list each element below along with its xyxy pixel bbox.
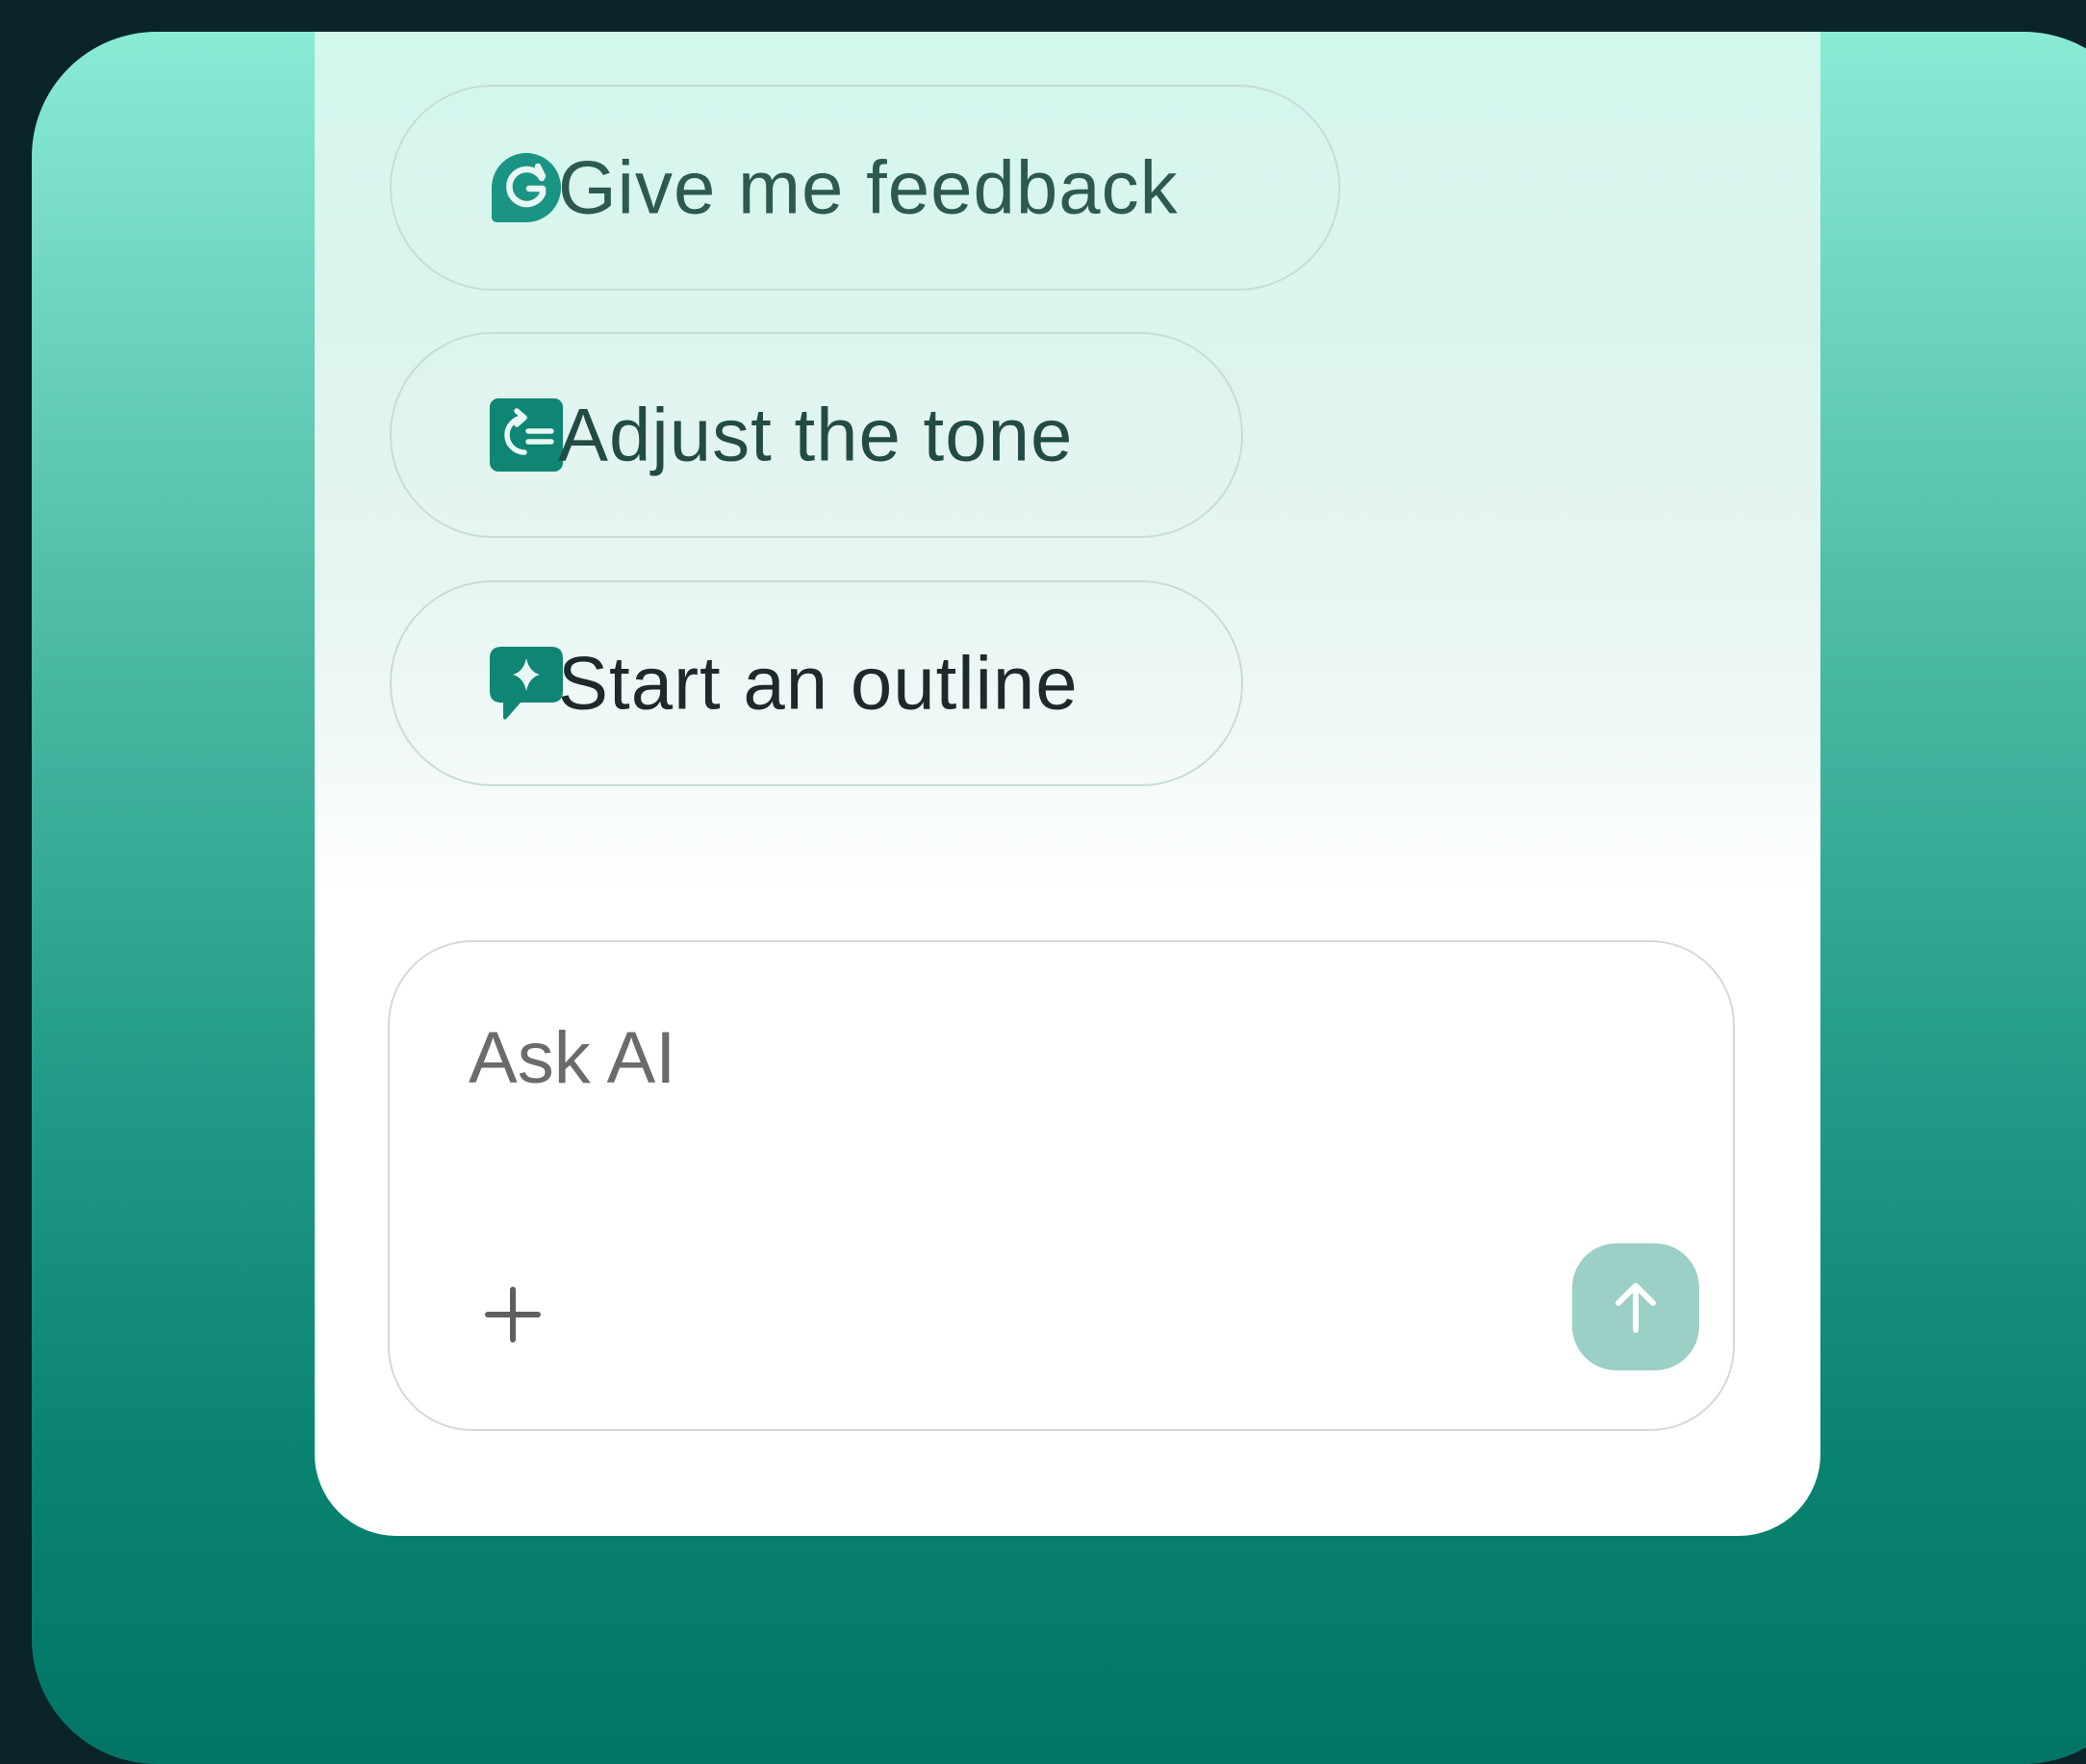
tone-adjust-icon xyxy=(490,398,563,472)
ask-ai-input[interactable] xyxy=(469,1010,1527,1106)
send-button[interactable] xyxy=(1572,1243,1699,1370)
sparkle-chat-icon xyxy=(490,647,563,720)
grammarly-g-icon xyxy=(492,153,561,222)
plus-icon[interactable] xyxy=(482,1284,544,1345)
suggestion-start-outline-button[interactable]: Start an outline xyxy=(390,580,1243,786)
ai-assistant-panel: Give me feedback Adjust the tone Start a… xyxy=(315,32,1820,1536)
arrow-up-icon xyxy=(1615,1283,1656,1333)
suggestion-label: Start an outline xyxy=(558,640,1079,726)
ask-ai-composer xyxy=(388,940,1735,1431)
suggestion-give-feedback-button[interactable]: Give me feedback xyxy=(390,85,1340,291)
suggestion-adjust-tone-button[interactable]: Adjust the tone xyxy=(390,332,1243,538)
suggestion-label: Give me feedback xyxy=(558,144,1179,230)
suggestion-label: Adjust the tone xyxy=(558,392,1074,477)
